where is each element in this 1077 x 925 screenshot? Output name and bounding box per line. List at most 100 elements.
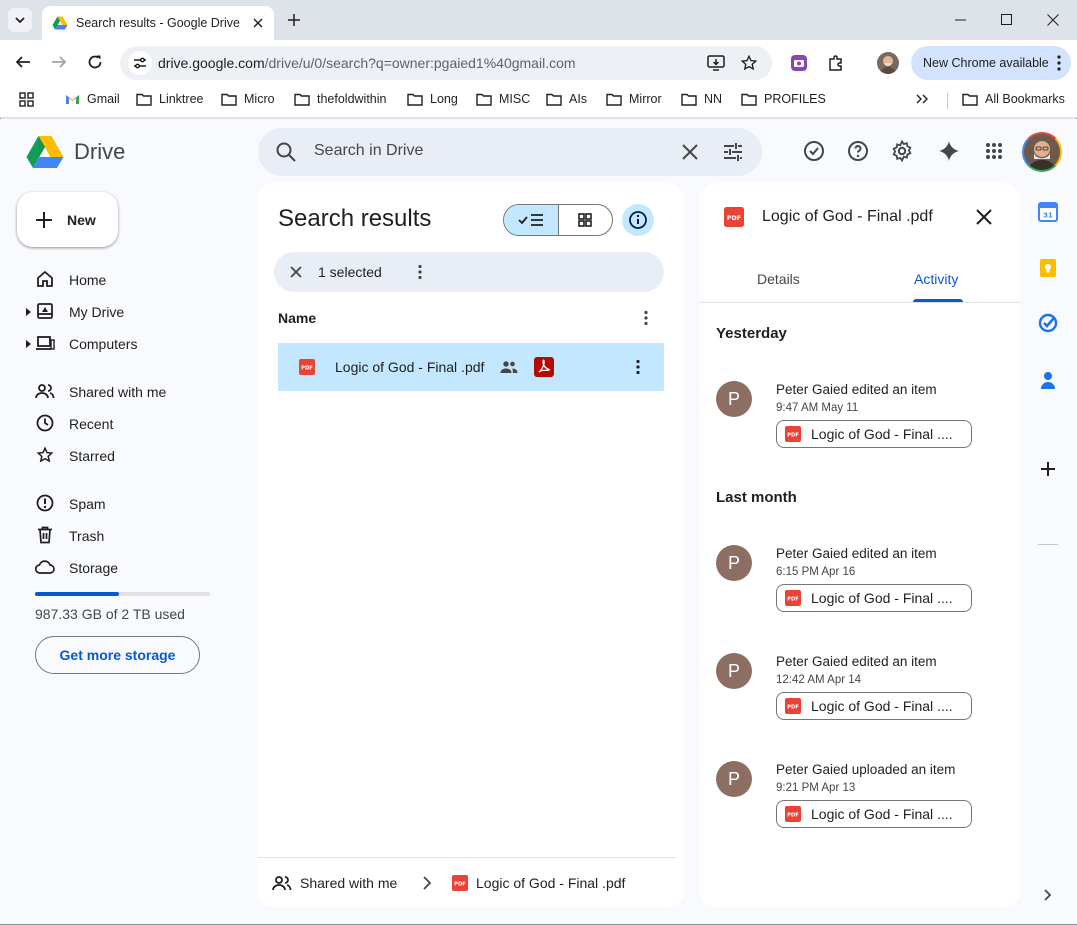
bookmark-micro[interactable]: Micro — [221, 92, 275, 106]
adobe-acrobat-icon[interactable] — [534, 357, 554, 377]
activity-file-chip[interactable]: PDF Logic of God - Final .... — [776, 420, 972, 448]
nav-starred[interactable]: Starred — [26, 441, 226, 471]
details-info-button[interactable] — [622, 204, 654, 236]
nav-trash[interactable]: Trash — [26, 521, 226, 551]
offline-ready-icon[interactable] — [801, 138, 827, 164]
bookmark-star-icon[interactable] — [739, 53, 759, 73]
bookmark-long[interactable]: Long — [407, 92, 458, 106]
selection-count: 1 selected — [318, 264, 382, 280]
chip-label: Logic of God - Final .... — [811, 806, 953, 822]
new-button[interactable]: New — [17, 192, 118, 247]
more-bookmarks-icon[interactable] — [916, 94, 935, 104]
profile-avatar-icon[interactable] — [877, 52, 899, 74]
google-apps-icon[interactable] — [981, 138, 1007, 164]
window-close-icon[interactable] — [1041, 8, 1065, 32]
install-app-icon[interactable] — [706, 53, 726, 73]
apps-grid-icon[interactable] — [19, 92, 41, 107]
breadcrumb-file[interactable]: PDF Logic of God - Final .pdf — [452, 875, 625, 891]
calendar-app-icon[interactable]: 31 — [1036, 200, 1060, 224]
activity-item: P Peter Gaied edited an item 12:42 AM Ap… — [716, 653, 1006, 733]
expand-caret-icon[interactable] — [26, 308, 31, 316]
name-column-header[interactable]: Name — [278, 310, 668, 326]
svg-text:PDF: PDF — [787, 597, 799, 603]
back-icon[interactable] — [11, 50, 35, 74]
site-info-icon[interactable] — [128, 51, 152, 75]
nav-storage[interactable]: Storage — [26, 553, 226, 583]
svg-text:PDF: PDF — [727, 214, 741, 222]
search-icon[interactable] — [274, 140, 298, 164]
camera-extension-icon[interactable] — [788, 52, 810, 74]
grid-view-button[interactable] — [559, 205, 613, 235]
pdf-file-icon: PDF — [785, 698, 801, 714]
settings-gear-icon[interactable] — [889, 138, 915, 164]
more-actions-icon[interactable] — [410, 262, 430, 282]
bookmark-nn[interactable]: NN — [681, 92, 722, 106]
chevron-down-icon — [15, 17, 25, 23]
tab-search-button[interactable] — [8, 8, 32, 32]
column-label: Name — [278, 310, 317, 326]
contacts-app-icon[interactable] — [1036, 368, 1060, 392]
browser-tab[interactable]: Search results - Google Drive — [42, 6, 274, 40]
cloud-icon — [35, 557, 55, 577]
forward-icon[interactable] — [47, 50, 71, 74]
nav-computers[interactable]: Computers — [26, 329, 226, 359]
column-more-icon[interactable] — [636, 308, 656, 328]
location-breadcrumb: Shared with me PDF Logic of God - Final … — [258, 857, 676, 907]
row-more-icon[interactable] — [628, 357, 648, 377]
help-icon[interactable] — [845, 138, 871, 164]
new-tab-icon[interactable] — [282, 8, 306, 32]
chrome-update-button[interactable]: New Chrome available — [911, 46, 1071, 80]
nav-recent[interactable]: Recent — [26, 409, 226, 439]
tab-details[interactable]: Details — [757, 271, 800, 287]
bookmark-thefoldwithin[interactable]: thefoldwithin — [294, 92, 387, 106]
expand-panel-icon[interactable] — [1036, 883, 1060, 907]
clear-search-icon[interactable] — [678, 140, 702, 164]
bookmark-mirror[interactable]: Mirror — [606, 92, 662, 106]
add-addon-icon[interactable] — [1036, 457, 1060, 481]
activity-file-chip[interactable]: PDF Logic of God - Final .... — [776, 584, 972, 612]
breadcrumb-shared-with-me[interactable]: Shared with me — [272, 875, 397, 891]
nav-spam[interactable]: Spam — [26, 489, 226, 519]
get-more-storage-button[interactable]: Get more storage — [35, 636, 200, 674]
extensions-puzzle-icon[interactable] — [825, 52, 847, 74]
drive-search-bar[interactable]: Search in Drive — [258, 128, 762, 176]
activity-file-chip[interactable]: PDF Logic of God - Final .... — [776, 692, 972, 720]
tab-strip: Search results - Google Drive — [0, 0, 1077, 40]
minimize-icon[interactable] — [949, 8, 973, 32]
bookmark-linktree[interactable]: Linktree — [136, 92, 203, 106]
expand-caret-icon[interactable] — [26, 340, 31, 348]
folder-icon — [407, 93, 423, 106]
gemini-sparkle-icon[interactable] — [936, 138, 962, 164]
grid-view-icon — [578, 213, 593, 227]
search-placeholder: Search in Drive — [314, 142, 424, 159]
tasks-app-icon[interactable] — [1036, 311, 1060, 335]
nav-home[interactable]: Home — [26, 265, 226, 295]
nav-shared-with-me[interactable]: Shared with me — [26, 377, 226, 407]
file-row[interactable]: PDF Logic of God - Final .pdf — [278, 343, 664, 391]
drive-app: Drive Search in Drive New Home My Drive — [0, 119, 1077, 924]
tab-close-icon[interactable] — [250, 15, 266, 31]
plus-icon — [36, 211, 52, 228]
reload-icon[interactable] — [83, 50, 107, 74]
nav-my-drive[interactable]: My Drive — [26, 297, 226, 327]
bookmarks-divider — [947, 93, 948, 109]
clear-selection-icon[interactable] — [286, 262, 306, 282]
close-details-icon[interactable] — [974, 207, 994, 227]
bookmark-profiles[interactable]: PROFILES — [741, 92, 826, 106]
activity-text: Peter Gaied edited an item — [776, 546, 937, 561]
trash-icon — [35, 525, 55, 545]
search-options-icon[interactable] — [721, 140, 745, 164]
tab-activity[interactable]: Activity — [914, 271, 958, 287]
drive-logo[interactable]: Drive — [26, 135, 125, 169]
maximize-icon[interactable] — [995, 8, 1019, 32]
bookmark-gmail[interactable]: Gmail — [65, 92, 120, 106]
all-bookmarks[interactable]: All Bookmarks — [962, 92, 1065, 106]
address-bar[interactable]: drive.google.com/drive/u/0/search?q=owne… — [120, 46, 772, 80]
list-view-button[interactable] — [504, 205, 559, 235]
keep-app-icon[interactable] — [1036, 256, 1060, 280]
bookmark-ais[interactable]: AIs — [546, 92, 587, 106]
activity-file-chip[interactable]: PDF Logic of God - Final .... — [776, 800, 972, 828]
account-avatar[interactable] — [1022, 132, 1062, 172]
bookmark-misc[interactable]: MISC — [476, 92, 530, 106]
people-icon — [35, 381, 55, 401]
